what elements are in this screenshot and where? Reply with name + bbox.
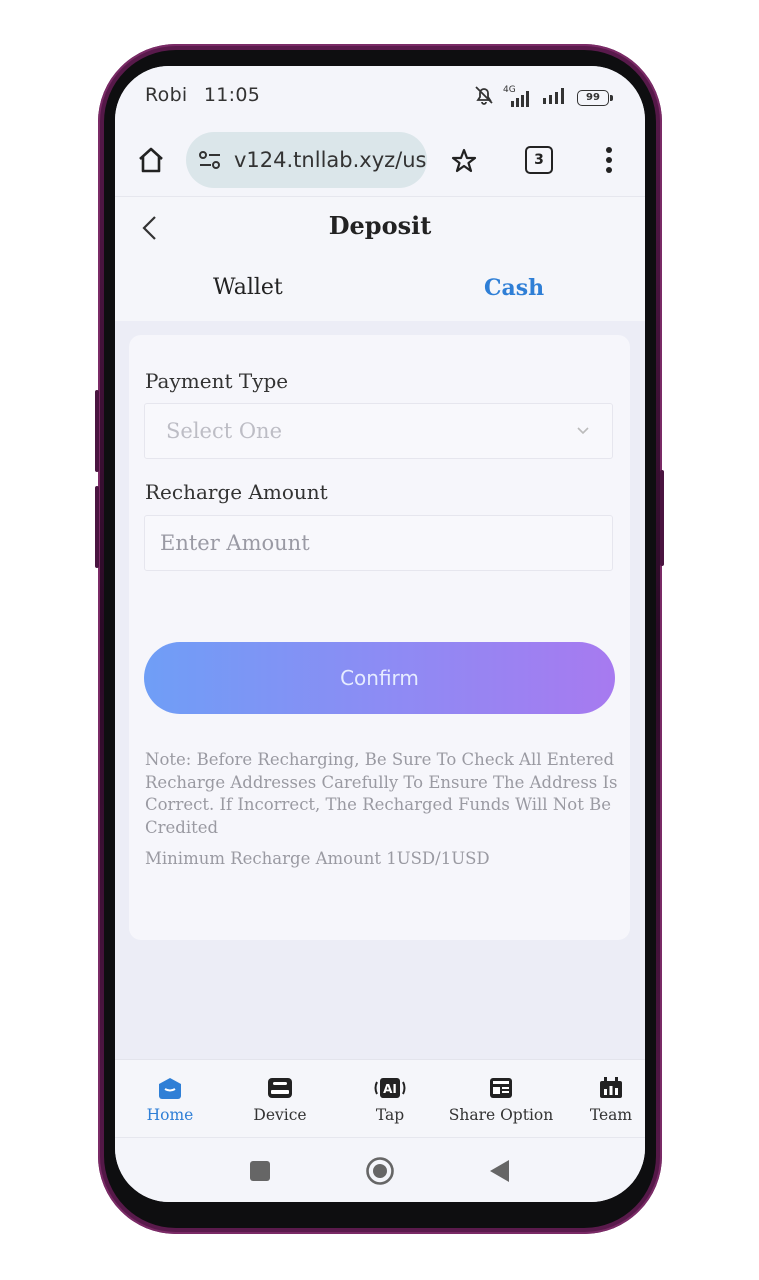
- nav-label-team: Team: [589, 1106, 633, 1124]
- nav-label-tap: Tap: [375, 1106, 405, 1124]
- clock: 11:05: [203, 84, 261, 106]
- star-icon: [451, 148, 477, 173]
- nav-item-tap[interactable]: AI Tap: [345, 1060, 435, 1138]
- team-icon: [599, 1076, 623, 1100]
- triangle-back-icon: [490, 1160, 509, 1182]
- square-icon: [250, 1161, 270, 1181]
- chevron-down-icon: [576, 426, 590, 436]
- volume-button: [95, 390, 99, 472]
- nav-label-share-option: Share Option: [448, 1106, 554, 1124]
- nav-label-device: Device: [253, 1106, 307, 1124]
- nav-item-team[interactable]: Team: [578, 1060, 644, 1138]
- status-bar: Robi 11:05 4G 99: [115, 66, 645, 124]
- browser-menu-button[interactable]: [595, 144, 623, 176]
- payment-type-select[interactable]: Select One: [144, 403, 613, 459]
- recharge-amount-input[interactable]: [145, 516, 612, 570]
- page-title: Deposit: [328, 211, 432, 240]
- payment-type-label: Payment Type: [145, 369, 289, 393]
- circle-icon: [366, 1157, 394, 1185]
- confirm-button[interactable]: Confirm: [144, 642, 615, 714]
- tab-switcher-button[interactable]: 3: [523, 144, 555, 176]
- recharge-note: Note: Before Recharging, Be Sure To Chec…: [145, 750, 618, 838]
- system-home-button[interactable]: [365, 1156, 395, 1186]
- mute-bell-icon: [473, 84, 495, 111]
- deposit-form-card: Payment Type Select One Recharge Amount …: [129, 335, 630, 940]
- carrier-name: Robi: [145, 84, 188, 106]
- recents-button[interactable]: [248, 1159, 272, 1183]
- bottom-nav: Home Device AI Tap Share Option Team: [115, 1059, 645, 1138]
- payment-type-placeholder: Select One: [166, 419, 283, 443]
- url-text: v124.tnllab.xyz/us: [234, 148, 427, 172]
- battery-icon: 99: [577, 89, 613, 106]
- minimum-recharge-text: Minimum Recharge Amount 1USD/1USD: [145, 849, 490, 868]
- tab-cash[interactable]: Cash: [484, 275, 544, 301]
- volume-button: [95, 486, 99, 568]
- tab-wallet[interactable]: Wallet: [213, 275, 283, 300]
- svg-text:AI: AI: [383, 1082, 397, 1096]
- home-button[interactable]: [135, 144, 167, 176]
- home-outline-icon: [139, 147, 163, 173]
- power-button: [660, 470, 664, 566]
- tab-count: 3: [525, 146, 553, 174]
- nav-item-device[interactable]: Device: [235, 1060, 325, 1138]
- more-vert-icon: [606, 147, 612, 173]
- ai-tap-icon: AI: [374, 1076, 406, 1100]
- signal-icon: [541, 86, 569, 109]
- recharge-amount-field: [144, 515, 613, 571]
- nav-item-share-option[interactable]: Share Option: [448, 1060, 554, 1138]
- system-back-button[interactable]: [487, 1158, 511, 1184]
- browser-toolbar: v124.tnllab.xyz/us 3: [115, 124, 645, 196]
- bookmark-button[interactable]: [449, 146, 479, 176]
- recharge-amount-label: Recharge Amount: [145, 480, 328, 504]
- device-icon: [267, 1076, 293, 1100]
- nav-label-home: Home: [146, 1106, 194, 1124]
- page-header: Deposit Wallet Cash: [115, 196, 645, 321]
- nav-item-home[interactable]: Home: [125, 1060, 215, 1138]
- system-nav-bar: [115, 1137, 645, 1202]
- home-icon: [157, 1076, 183, 1100]
- signal-4g-icon: 4G: [503, 85, 533, 107]
- phone-screen: Robi 11:05 4G 99 v124.tnllab.xyz/us 3 De…: [115, 66, 645, 1202]
- site-settings-icon[interactable]: [198, 149, 222, 171]
- share-option-icon: [489, 1076, 513, 1100]
- address-bar[interactable]: v124.tnllab.xyz/us: [186, 132, 427, 188]
